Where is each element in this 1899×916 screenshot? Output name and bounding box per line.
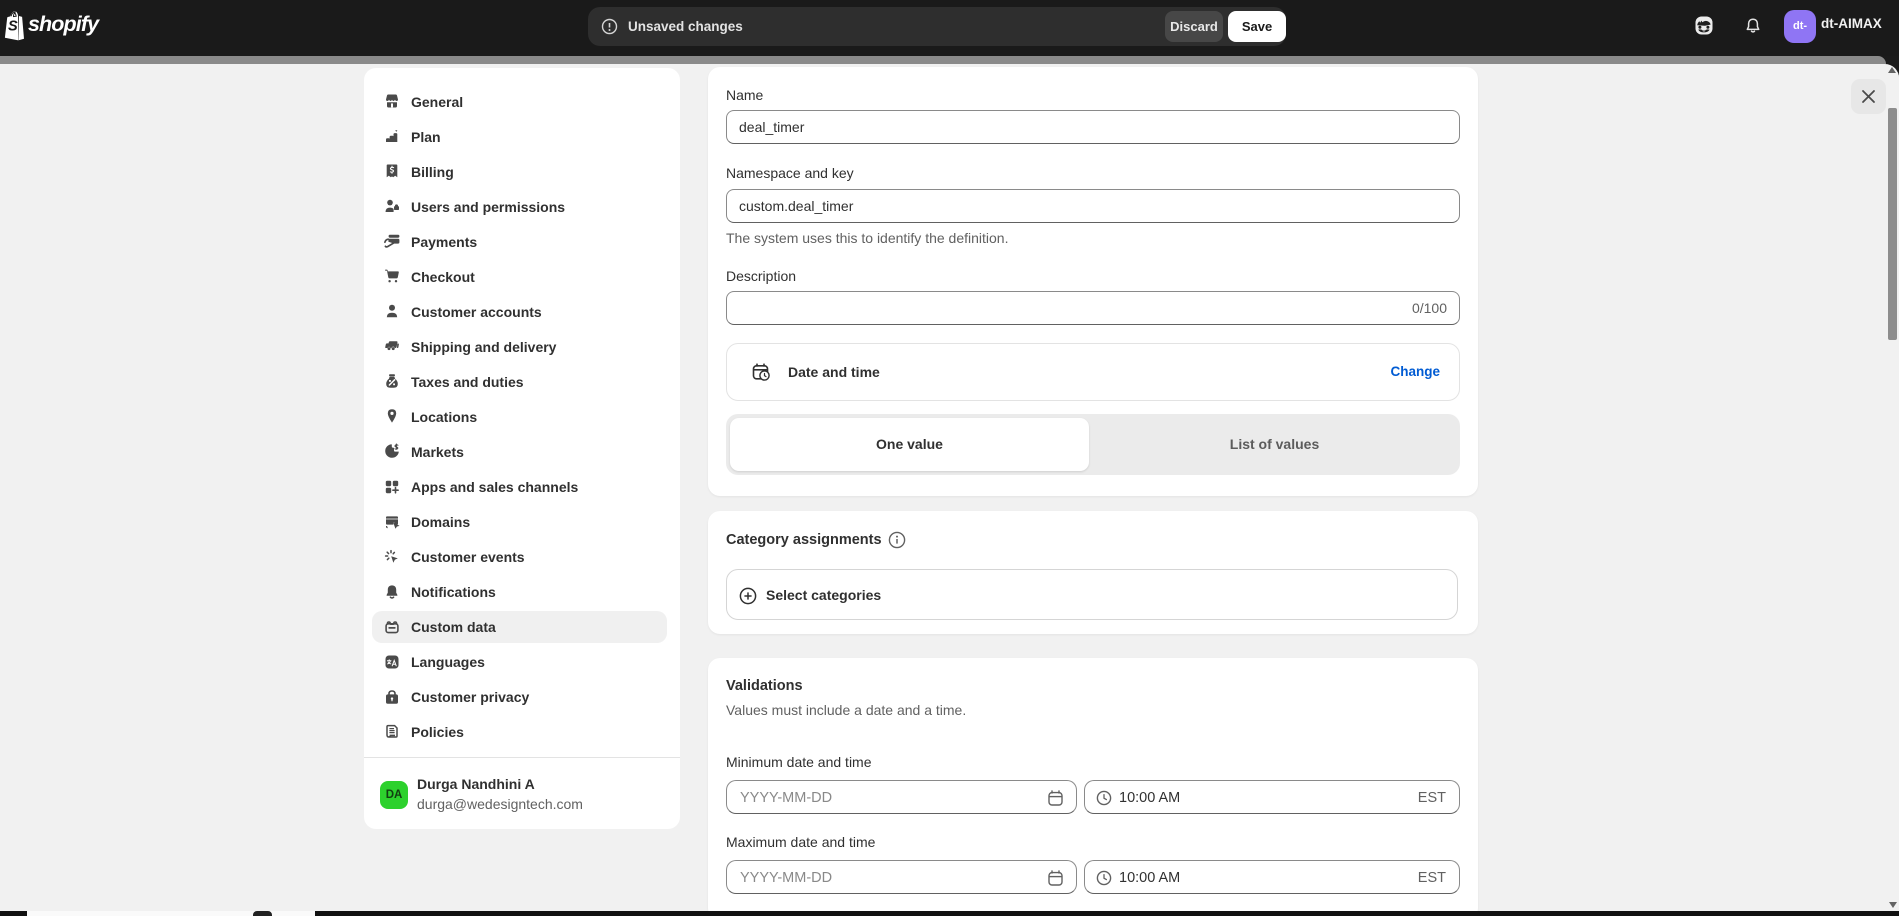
svg-text:S: S [8, 19, 18, 35]
